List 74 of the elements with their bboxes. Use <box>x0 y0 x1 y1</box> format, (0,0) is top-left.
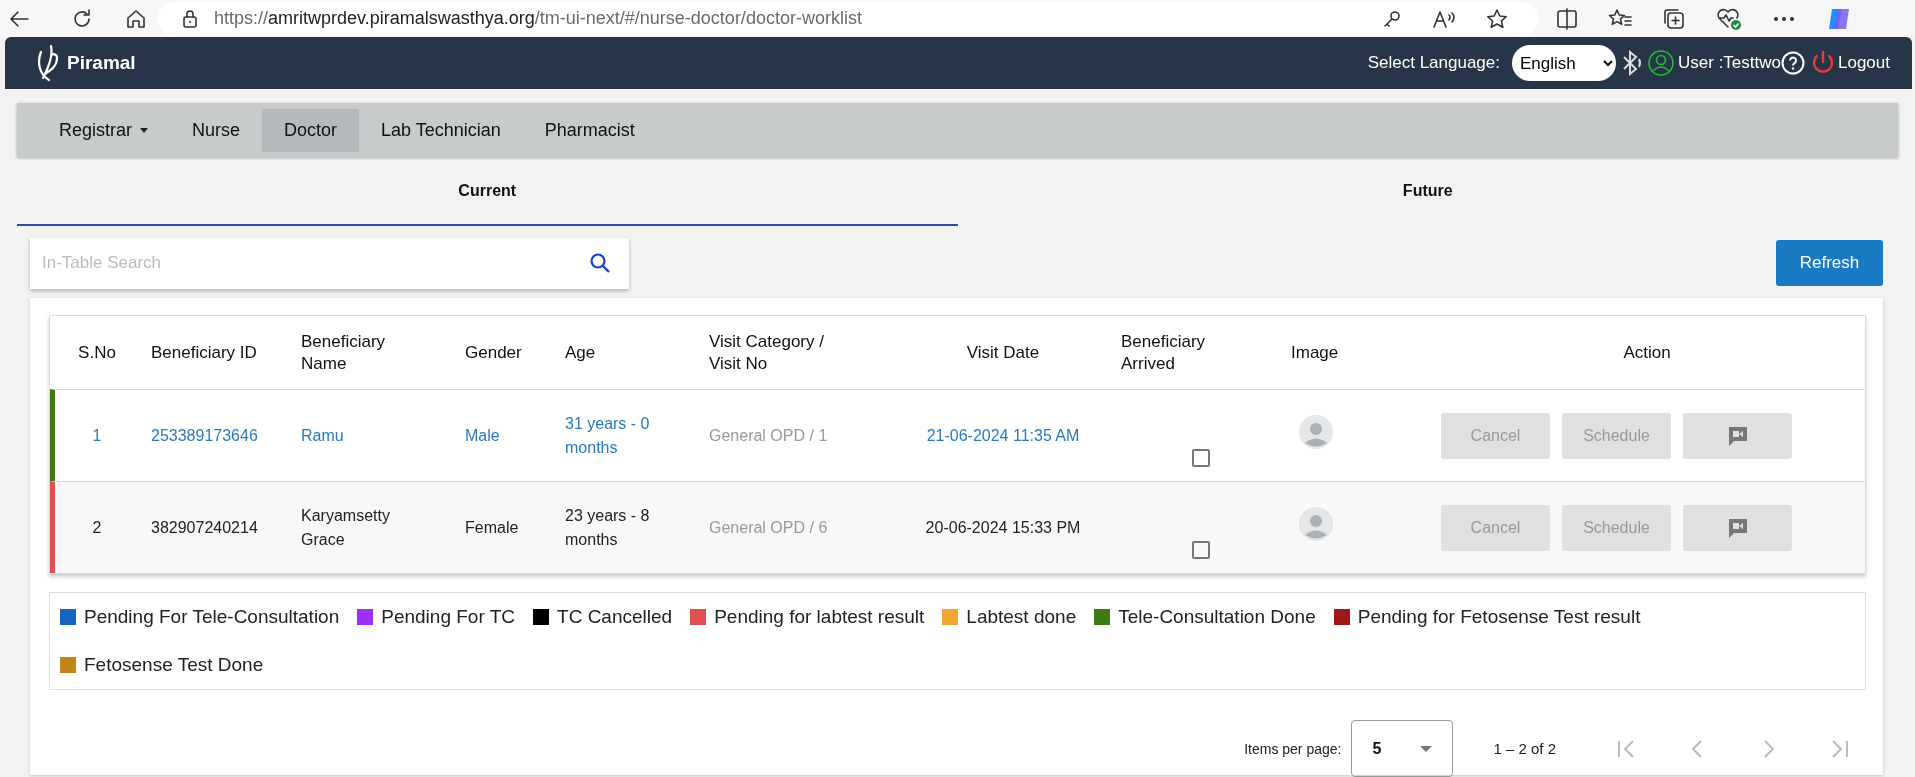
nav-item[interactable]: Pharmacist <box>522 108 657 152</box>
table-cell-text: Male <box>464 425 501 446</box>
column-header: Age <box>564 341 597 364</box>
table-cell-text: Female <box>464 517 520 538</box>
search-field[interactable]: In-Table Search <box>40 252 589 274</box>
table-cell-text: 23 years - 8 months <box>564 505 651 550</box>
video-chat-icon <box>1726 424 1749 447</box>
column-header: Visit Category / Visit No <box>708 330 825 375</box>
legend-label: Tele-Consultation Done <box>1118 606 1316 628</box>
table-cell-text: 253389173646 <box>150 425 259 446</box>
logo-text: Piramal <box>67 52 136 74</box>
column-header: Beneficiary Arrived <box>1120 330 1207 375</box>
page-range: 1 – 2 of 2 <box>1493 740 1556 757</box>
checkbox[interactable] <box>1192 448 1210 467</box>
column-header: Image <box>1290 341 1340 364</box>
table-cell-text: 1 <box>91 425 103 446</box>
legend-label: Fetosense Test Done <box>84 654 264 676</box>
search-icon[interactable] <box>589 252 611 274</box>
user-name: User :Testtwo <box>1678 53 1781 73</box>
nav-item[interactable]: Nurse <box>170 108 263 152</box>
avatar-icon <box>1299 415 1333 449</box>
refresh-button[interactable]: Refresh <box>1776 240 1883 286</box>
split-screen-icon[interactable] <box>1556 7 1578 30</box>
column-header: Beneficiary Name <box>300 330 387 375</box>
video-chat-icon <box>1726 516 1749 539</box>
checkbox[interactable] <box>1192 540 1210 559</box>
table-cell-text: Karyamsetty Grace <box>300 505 391 550</box>
table-cell-text: General OPD / 6 <box>708 517 829 538</box>
legend-label: Pending for labtest result <box>714 606 925 628</box>
key-icon[interactable] <box>1382 8 1402 29</box>
avatar-icon <box>1299 507 1333 541</box>
column-header: S.No <box>77 341 117 364</box>
column-header: Visit Date <box>965 341 1041 364</box>
bluetooth-icon[interactable] <box>1620 50 1644 76</box>
legend-label: TC Cancelled <box>557 606 673 628</box>
url-text: https://amritwprdev.piramalswasthya.org/tm-ui-next/#/nurse-doctor/doctor-worklist <box>214 8 862 29</box>
leaf-logo-icon <box>35 44 61 82</box>
legend-label: Labtest done <box>966 606 1077 628</box>
tab[interactable]: Current <box>17 157 958 226</box>
health-icon[interactable] <box>1716 6 1742 31</box>
page-size-select[interactable]: 5 <box>1351 720 1454 777</box>
table-cell-text: 382907240214 <box>150 517 259 538</box>
user-icon <box>1648 50 1674 76</box>
nav-item[interactable]: Registrar <box>37 108 171 152</box>
search-box[interactable]: In-Table Search <box>30 237 629 289</box>
column-header: Beneficiary ID <box>150 341 258 364</box>
column-header: Gender <box>464 341 523 364</box>
tab[interactable]: Future <box>957 157 1898 226</box>
address-bar[interactable]: https://amritwprdev.piramalswasthya.org/tm-ui-next/#/nurse-doctor/doctor-worklist <box>158 1 1538 36</box>
dropdown-arrow-icon <box>1420 745 1433 752</box>
legend-label: Pending For TC <box>381 606 516 628</box>
help-icon[interactable] <box>1781 51 1805 75</box>
nav-item[interactable]: Doctor <box>262 108 360 152</box>
language-label: Select Language: <box>1367 53 1500 73</box>
table-cell-text: 31 years - 0 months <box>564 413 651 458</box>
language-select[interactable]: English <box>1512 45 1616 81</box>
nav-item[interactable]: Lab Technician <box>359 108 523 152</box>
logout-link[interactable]: Logout <box>1838 53 1890 73</box>
legend-label: Pending For Tele-Consultation <box>84 606 340 628</box>
lock-icon <box>180 8 200 29</box>
caret-icon <box>140 127 149 133</box>
collections-icon[interactable] <box>1662 6 1686 31</box>
read-aloud-icon[interactable] <box>1432 8 1456 29</box>
table-cell-text: General OPD / 1 <box>708 425 829 446</box>
table-cell-text: Ramu <box>300 425 345 446</box>
table-cell-text: 21-06-2024 11:35 AM <box>925 425 1081 446</box>
table-cell-text: 2 <box>91 517 103 538</box>
legend-label: Pending for Fetosense Test result <box>1357 606 1641 628</box>
power-icon[interactable] <box>1811 50 1835 76</box>
more-icon[interactable] <box>1772 14 1796 23</box>
items-per-page-label: Items per page: <box>1244 740 1342 757</box>
table-cell-text: 20-06-2024 15:33 PM <box>924 517 1082 538</box>
star-icon[interactable] <box>1486 7 1508 30</box>
column-header: Action <box>1622 341 1672 364</box>
